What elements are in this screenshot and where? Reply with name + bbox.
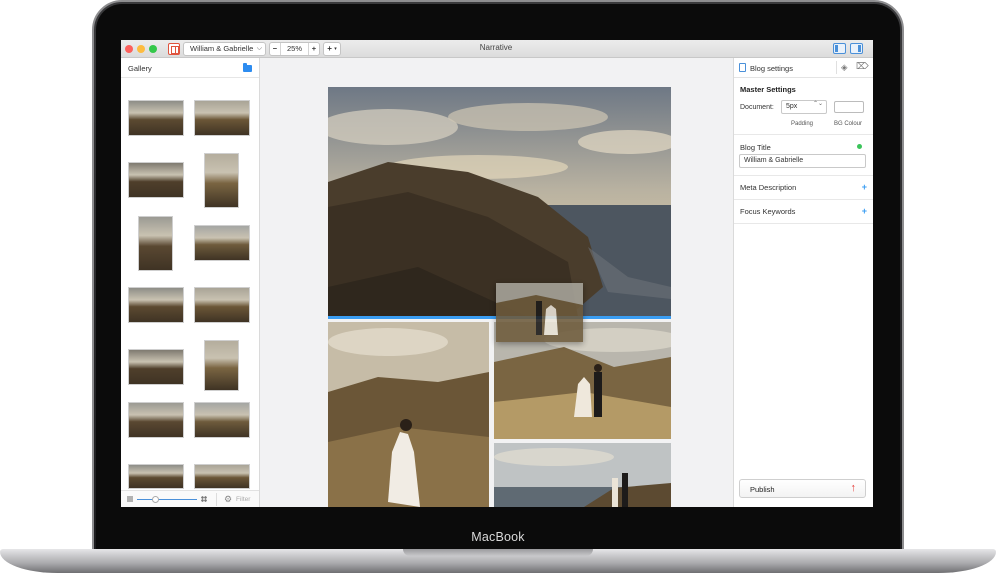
document-icon — [739, 63, 746, 72]
brand-label: MacBook — [471, 530, 525, 544]
gallery-thumbnail[interactable] — [128, 349, 184, 385]
gallery-thumbnail[interactable] — [204, 340, 239, 391]
padding-input[interactable]: 5px ⌃⌄ — [781, 100, 827, 114]
blog-title-value: William & Gabrielle — [744, 157, 804, 164]
document-name: William & Gabrielle — [190, 44, 254, 53]
zoom-window-button[interactable] — [149, 45, 157, 53]
master-settings-title: Master Settings — [740, 85, 796, 94]
bg-colour-swatch[interactable] — [834, 101, 864, 113]
publish-label: Publish — [750, 485, 775, 494]
tab-blog-settings[interactable]: Blog settings — [750, 64, 793, 73]
plus-icon: + — [327, 44, 332, 53]
toggle-right-panel-button[interactable] — [850, 43, 863, 54]
focus-keywords-label[interactable]: Focus Keywords — [740, 207, 795, 216]
section-divider — [734, 199, 873, 200]
folder-icon[interactable] — [243, 63, 252, 72]
add-menu-button[interactable]: + ▾ — [323, 42, 341, 56]
padding-value: 5px — [786, 103, 798, 110]
zoom-value: 25% — [286, 44, 302, 53]
gallery-thumbnail[interactable] — [128, 402, 184, 438]
layout-canvas[interactable] — [260, 58, 733, 507]
minimize-window-button[interactable] — [137, 45, 145, 53]
thumbnail-size-slider[interactable] — [137, 499, 197, 500]
couple-photo-3[interactable] — [494, 443, 671, 507]
blog-title-input[interactable]: William & Gabrielle — [739, 154, 866, 168]
slider-knob[interactable] — [151, 496, 159, 503]
section-divider — [734, 223, 873, 224]
document-label: Document: — [740, 104, 774, 111]
window-title: Narrative — [479, 43, 513, 52]
section-divider — [734, 134, 873, 135]
gear-icon[interactable]: ⚙ — [224, 494, 232, 504]
tab-divider — [836, 61, 837, 74]
settings-tabs: Blog settings ◈ ⌦ — [734, 58, 873, 78]
chevron-down-icon: ⌵ — [256, 45, 262, 52]
status-dot — [857, 144, 862, 149]
app-window: William & Gabrielle ⌵ − 25% + + ▾ Narrat… — [121, 40, 873, 507]
gallery-thumbnail[interactable] — [194, 402, 250, 438]
gallery-thumbnail[interactable] — [194, 287, 250, 323]
add-meta-description-icon[interactable]: + — [862, 183, 867, 192]
add-focus-keywords-icon[interactable]: + — [862, 207, 867, 216]
zoom-in-button[interactable]: + — [308, 43, 319, 55]
section-divider — [734, 175, 873, 176]
filter-button[interactable]: Filter — [236, 496, 250, 503]
gallery-title: Gallery — [128, 64, 152, 73]
document-selector[interactable]: William & Gabrielle ⌵ — [183, 42, 266, 56]
footer-divider — [216, 493, 217, 506]
grid-small-icon[interactable] — [127, 496, 133, 502]
couple-photo-1[interactable] — [328, 322, 489, 507]
laptop-notch — [403, 549, 593, 556]
grid-large-icon[interactable] — [201, 496, 207, 502]
gem-icon[interactable]: ◈ — [841, 62, 848, 72]
toggle-left-panel-button[interactable] — [833, 43, 846, 54]
stepper-icon[interactable]: ⌃⌄ — [813, 101, 823, 107]
gallery-thumbnail[interactable] — [194, 464, 250, 489]
gallery-footer: ⚙ Filter — [121, 490, 259, 507]
bg-colour-caption: BG Colour — [834, 121, 863, 127]
gallery-thumbnail[interactable] — [138, 216, 173, 271]
gallery-thumbnail[interactable] — [128, 287, 184, 323]
gallery-header: Gallery — [121, 58, 259, 78]
publish-button[interactable]: Publish ↑ — [739, 479, 866, 498]
dragging-photo[interactable] — [496, 283, 583, 342]
settings-panel: Blog settings ◈ ⌦ Master Settings Docume… — [733, 58, 873, 507]
close-window-button[interactable] — [125, 45, 133, 53]
meta-description-label[interactable]: Meta Description — [740, 183, 796, 192]
gallery-thumbnail[interactable] — [128, 162, 184, 198]
gallery-panel: Gallery ⚙ Filter — [121, 58, 260, 507]
caret-down-icon: ▾ — [334, 46, 337, 52]
tag-icon[interactable]: ⌦ — [856, 61, 869, 71]
gallery-thumbnail[interactable] — [128, 100, 184, 136]
zoom-control: − 25% + — [269, 42, 320, 56]
app-logo-icon — [168, 43, 180, 55]
blog-title-label: Blog Title — [740, 143, 771, 152]
gallery-thumbnail[interactable] — [194, 100, 250, 136]
gallery-thumbnail[interactable] — [128, 464, 184, 489]
arrow-up-icon: ↑ — [850, 482, 857, 494]
gallery-thumbnail[interactable] — [204, 153, 239, 208]
title-bar: William & Gabrielle ⌵ − 25% + + ▾ Narrat… — [121, 40, 873, 58]
gallery-thumbnail[interactable] — [194, 225, 250, 261]
padding-caption: Padding — [791, 121, 814, 127]
zoom-out-button[interactable]: − — [270, 43, 281, 55]
